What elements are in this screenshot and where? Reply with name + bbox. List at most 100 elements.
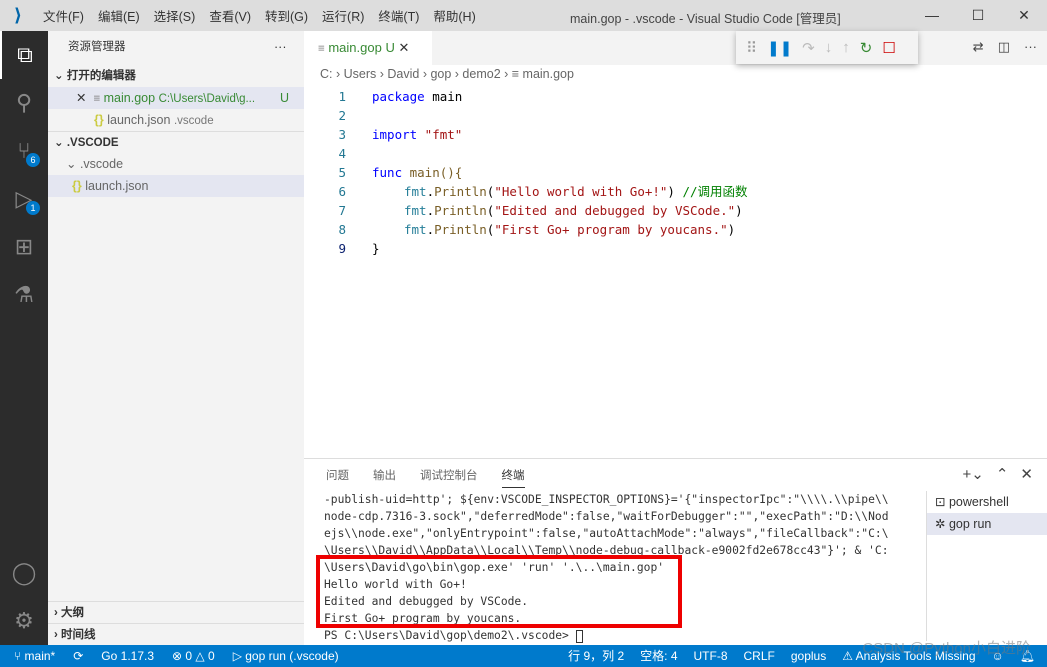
scm-badge: 6 [26, 153, 40, 167]
crumb[interactable]: Users [344, 67, 377, 81]
code-line: fmt.Println("Edited and debugged by VSCo… [404, 203, 743, 218]
menu-file[interactable]: 文件(F) [43, 10, 84, 24]
close-tab-icon[interactable]: ✕ [398, 40, 409, 55]
terminal-name: gop run [948, 517, 992, 531]
breadcrumb: C: › Users › David › gop › demo2 › ≡ mai… [320, 67, 574, 81]
stop-icon[interactable]: ☐ [882, 39, 895, 57]
minimize-button[interactable]: — [909, 0, 955, 31]
launch-status[interactable]: ▷ gop run (.vscode) [233, 645, 339, 667]
code-text: main [424, 89, 463, 104]
identifier: fmt [404, 222, 427, 237]
file-icon: ≡ [318, 43, 325, 55]
new-terminal-icon[interactable]: +⌄ [963, 465, 984, 483]
crumb[interactable]: David [387, 67, 419, 81]
step-out-icon[interactable]: ↑ [842, 39, 850, 56]
terminal-icon: ⊡ [935, 495, 946, 509]
file-launch-json[interactable]: {} launch.json [48, 175, 304, 197]
code-line: package main [372, 87, 462, 106]
explorer-icon[interactable]: ⧉ [0, 31, 48, 79]
outline-section[interactable]: › 大纲 [48, 601, 304, 623]
branch-name: main* [24, 649, 56, 663]
close-window-button[interactable]: ✕ [1001, 0, 1047, 31]
file-icon: ≡ [93, 93, 101, 105]
settings-gear-icon[interactable]: ⚙ [0, 597, 48, 645]
account-icon[interactable]: ◯ [0, 549, 48, 597]
terminal-powershell[interactable]: ⊡ powershell [927, 491, 1047, 513]
maximize-panel-icon[interactable]: ⌃ [996, 465, 1009, 483]
terminal-line: node-cdp.7316-3.sock","deferredMode":fal… [324, 510, 889, 523]
testing-icon[interactable]: ⚗ [0, 271, 48, 319]
folder-label: .VSCODE [66, 137, 119, 149]
drag-handle-icon[interactable]: ⠿ [746, 39, 757, 57]
tab-label: main.gop [328, 40, 382, 55]
terminal-line: -publish-uid=http'; ${env:VSCODE_INSPECT… [324, 493, 889, 506]
cursor-position[interactable]: 行 9，列 2 [568, 645, 624, 667]
editor-area: ≡ main.gop U ✕ ⠿ ❚❚ ↷ ↓ ↑ ↻ ☐ ⇄ ◫ ··· C: ›… [304, 31, 1047, 458]
language-mode[interactable]: goplus [791, 645, 826, 667]
tab-terminal[interactable]: 终端 [501, 467, 525, 488]
sidebar-title: 资源管理器 [68, 41, 126, 53]
split-editor-icon[interactable]: ◫ [998, 39, 1010, 55]
crumb[interactable]: demo2 [462, 67, 500, 81]
more-actions-icon[interactable]: ··· [274, 36, 294, 58]
close-panel-icon[interactable]: ✕ [1020, 465, 1033, 483]
step-into-icon[interactable]: ↓ [825, 39, 833, 56]
function: Println [434, 222, 487, 237]
open-editor-main-gop[interactable]: ✕ ≡ main.gop C:\Users\David\g... U [48, 87, 304, 109]
keyword: func [372, 165, 403, 180]
menu-terminal[interactable]: 终端(T) [378, 10, 419, 24]
string: "Edited and debugged by VSCode." [494, 203, 736, 218]
vscode-logo-icon: ⟩ [13, 5, 23, 25]
prompt-text: PS C:\Users\David\gop\demo2\.vscode> [324, 629, 576, 642]
menu-edit[interactable]: 编辑(E) [98, 10, 140, 24]
restart-icon[interactable]: ↻ [860, 39, 873, 57]
run-debug-icon[interactable]: ▷ 1 [0, 175, 48, 223]
indentation[interactable]: 空格: 4 [640, 645, 677, 667]
code-line: import "fmt" [372, 125, 462, 144]
menu-selection[interactable]: 选择(S) [154, 10, 196, 24]
menu-run[interactable]: 运行(R) [322, 10, 364, 24]
code-text: main(){ [402, 165, 463, 180]
folder-vscode[interactable]: ⌄ .vscode [48, 153, 304, 175]
terminal-gop-run[interactable]: ✲ gop run [927, 513, 1047, 535]
tab-main-gop[interactable]: ≡ main.gop U ✕ [304, 31, 432, 65]
more-icon[interactable]: ··· [1024, 39, 1037, 55]
code-line: } [372, 241, 380, 256]
search-icon[interactable]: ⚲ [0, 79, 48, 127]
maximize-button[interactable]: ☐ [955, 0, 1001, 31]
line-ending[interactable]: CRLF [744, 645, 775, 667]
menu-view[interactable]: 查看(V) [209, 10, 251, 24]
timeline-section[interactable]: › 时间线 [48, 623, 304, 645]
file-path: .vscode [173, 115, 214, 127]
folder-header[interactable]: ⌄ .VSCODE [48, 131, 304, 153]
timeline-label: 时间线 [61, 629, 96, 641]
open-editors-label: 打开的编辑器 [66, 70, 136, 82]
sync-icon[interactable]: ⟳ [73, 645, 83, 667]
encoding[interactable]: UTF-8 [694, 645, 728, 667]
branch-status[interactable]: ⑂ main* [14, 645, 55, 667]
compare-icon[interactable]: ⇄ [973, 39, 984, 55]
line-number: 8 [338, 222, 346, 237]
tab-debug-console[interactable]: 调试控制台 [420, 467, 478, 488]
crumb[interactable]: gop [430, 67, 451, 81]
terminal-name: powershell [948, 495, 1009, 509]
menu-help[interactable]: 帮助(H) [433, 10, 475, 24]
crumb[interactable]: main.gop [523, 67, 574, 81]
go-version[interactable]: Go 1.17.3 [101, 645, 154, 667]
pause-icon[interactable]: ❚❚ [767, 39, 792, 57]
open-editor-launch-json[interactable]: {} launch.json .vscode [48, 109, 304, 131]
open-editors-header[interactable]: ⌄ 打开的编辑器 [48, 65, 304, 87]
crumb[interactable]: C: [320, 67, 333, 81]
line-number: 7 [338, 203, 346, 218]
tab-output[interactable]: 输出 [373, 467, 396, 488]
step-over-icon[interactable]: ↷ [802, 39, 815, 57]
problems-status[interactable]: ⊗ 0 △ 0 [172, 645, 215, 667]
debug-bug-icon: ✲ [935, 517, 946, 531]
close-icon[interactable]: ✕ [76, 91, 86, 105]
extensions-icon[interactable]: ⊞ [0, 223, 48, 271]
source-control-icon[interactable]: ⑂ 6 [0, 127, 48, 175]
tab-problems[interactable]: 问题 [326, 467, 349, 488]
menu-go[interactable]: 转到(G) [265, 10, 308, 24]
file-name: launch.json [85, 179, 149, 193]
debug-toolbar: ⠿ ❚❚ ↷ ↓ ↑ ↻ ☐ [736, 31, 918, 64]
